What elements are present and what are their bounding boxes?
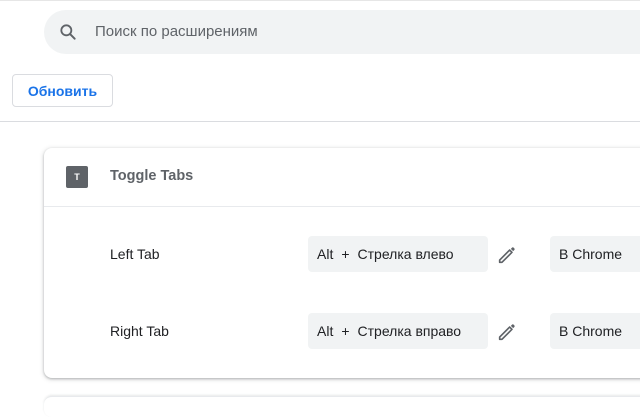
search-input[interactable]: Поиск по расширениям xyxy=(95,23,258,40)
edit-pencil-icon[interactable] xyxy=(496,321,518,343)
shortcut-key: Стрелка вправо xyxy=(357,323,462,339)
shortcut-row-right-tab: Right Tab Alt + Стрелка вправо В Chrome xyxy=(44,313,640,353)
update-button[interactable]: Обновить xyxy=(12,74,113,107)
shortcut-row-left-tab: Left Tab Alt + Стрелка влево В Chrome xyxy=(44,236,640,276)
header-divider xyxy=(0,121,640,122)
next-extension-card xyxy=(44,396,640,417)
shortcut-plus: + xyxy=(341,323,350,339)
card-divider xyxy=(44,206,640,207)
search-icon xyxy=(58,22,78,42)
extension-header: T Toggle Tabs xyxy=(44,148,640,206)
command-label: Right Tab xyxy=(110,323,169,339)
search-bar[interactable]: Поиск по расширениям xyxy=(44,10,640,54)
extension-icon: T xyxy=(66,166,88,188)
top-divider xyxy=(0,0,640,1)
shortcut-key: Стрелка влево xyxy=(357,246,454,262)
scope-select[interactable]: В Chrome xyxy=(550,313,640,349)
scope-select[interactable]: В Chrome xyxy=(550,236,640,272)
edit-pencil-icon[interactable] xyxy=(496,244,518,266)
extension-name: Toggle Tabs xyxy=(110,168,194,184)
command-label: Left Tab xyxy=(110,246,160,262)
shortcut-field[interactable]: Alt + Стрелка влево xyxy=(308,236,488,272)
shortcut-modifier: Alt xyxy=(317,246,334,262)
shortcut-plus: + xyxy=(341,246,350,262)
shortcut-field[interactable]: Alt + Стрелка вправо xyxy=(308,313,488,349)
extension-card: T Toggle Tabs Left Tab Alt + Стрелка вле… xyxy=(44,148,640,378)
shortcut-modifier: Alt xyxy=(317,323,334,339)
